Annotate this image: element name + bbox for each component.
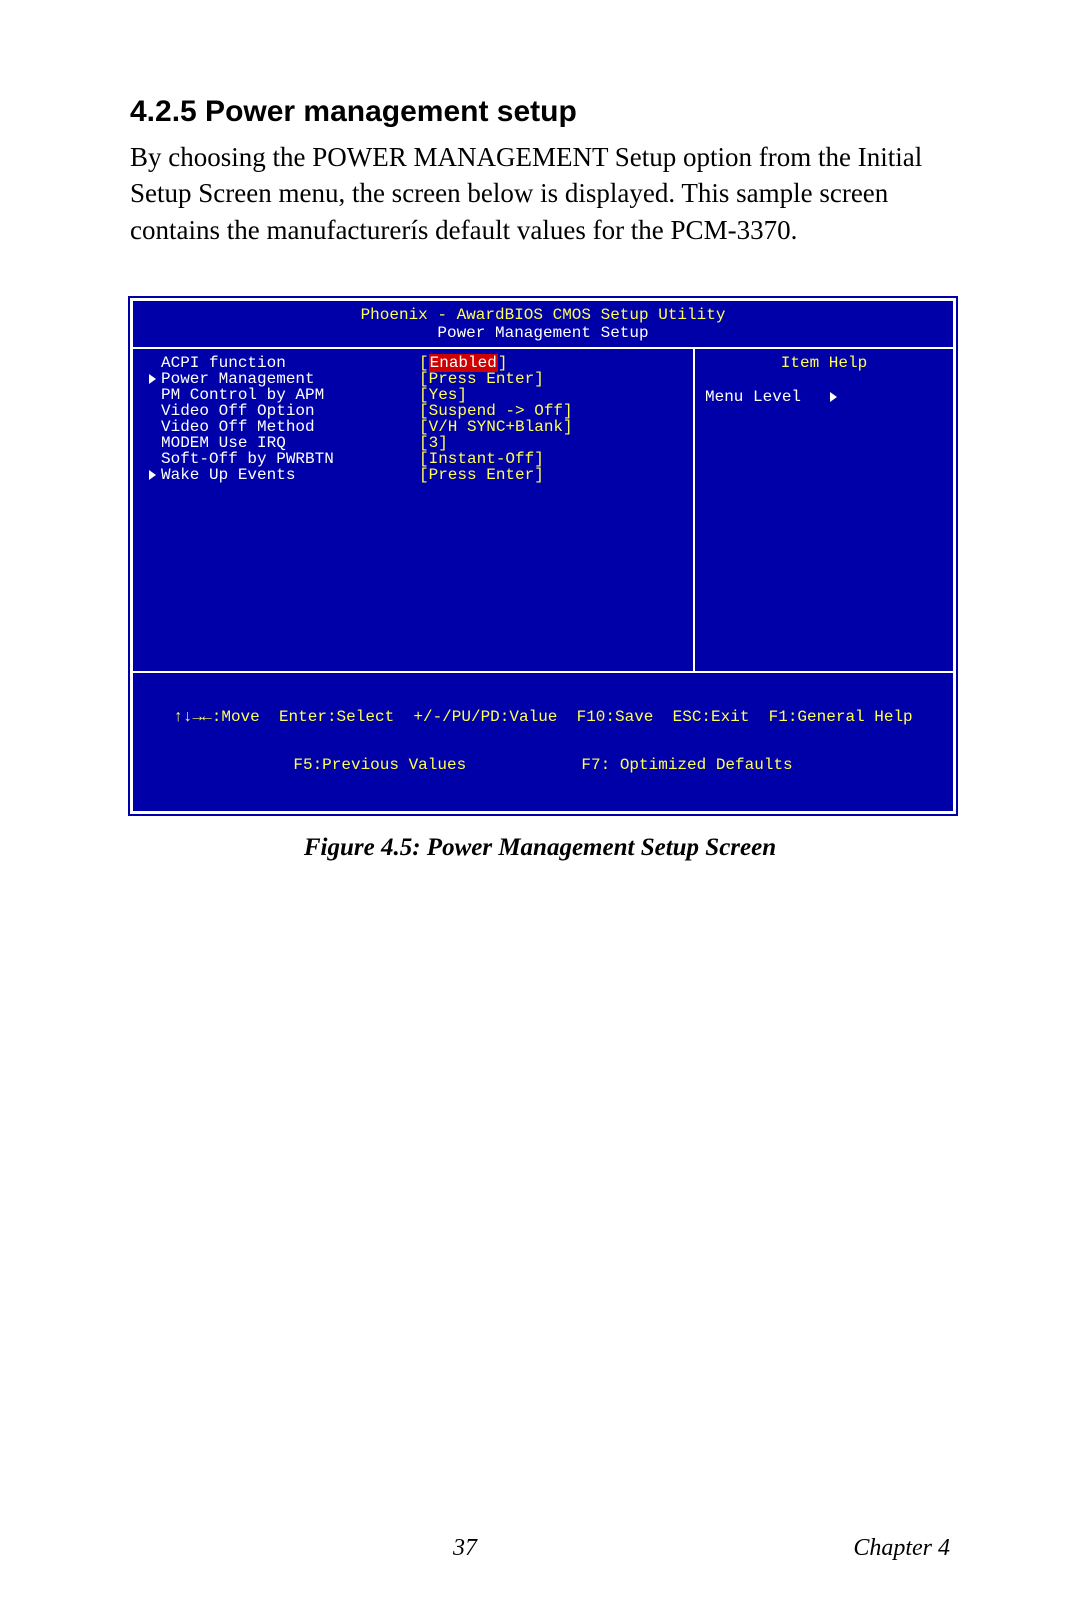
bios-setting-value[interactable]: [Suspend -> Off] [419, 403, 573, 419]
bios-footer: ↑↓→←:Move Enter:Select +/-/PU/PD:Value F… [133, 673, 953, 811]
bios-menu-level: Menu Level [705, 389, 943, 405]
bios-setting-value[interactable]: [3] [419, 435, 448, 451]
bios-setting-value[interactable]: [V/H SYNC+Blank] [419, 419, 573, 435]
document-page: 4.2.5 Power management setup By choosing… [0, 0, 1080, 1622]
bios-setting-row[interactable]: MODEM Use IRQ [3] [149, 435, 683, 451]
submenu-icon [149, 371, 161, 387]
submenu-icon [149, 467, 161, 483]
bios-setting-label: Wake Up Events [161, 466, 295, 484]
bios-setting-row[interactable]: PM Control by APM [Yes] [149, 387, 683, 403]
bios-setting-row[interactable]: Soft-Off by PWRBTN [Instant-Off] [149, 451, 683, 467]
bios-title: Phoenix - AwardBIOS CMOS Setup Utility [133, 301, 953, 325]
bios-screenshot: Phoenix - AwardBIOS CMOS Setup Utility P… [130, 298, 956, 814]
bios-setting-value[interactable]: [Yes] [419, 387, 467, 403]
bios-help-title: Item Help [705, 355, 943, 371]
bios-footer-line: F5:Previous Values F7: Optimized Default… [143, 757, 943, 773]
bios-setting-row[interactable]: Wake Up Events [Press Enter] [149, 467, 683, 483]
section-heading: 4.2.5 Power management setup [130, 95, 950, 129]
bios-subtitle: Power Management Setup [133, 325, 953, 347]
page-footer: 37 Chapter 4 [130, 1535, 950, 1562]
bios-help-panel: Item Help Menu Level [693, 349, 953, 671]
chevron-right-icon [830, 392, 837, 402]
bios-setting-row[interactable]: Power Management [Press Enter] [149, 371, 683, 387]
bios-setting-value[interactable]: [Press Enter] [419, 467, 544, 483]
intro-paragraph: By choosing the POWER MANAGEMENT Setup o… [130, 139, 950, 248]
bios-setting-row[interactable]: ACPI function [Enabled] [149, 355, 683, 371]
bios-settings-list: ACPI function [Enabled] Power Management… [133, 349, 693, 671]
bios-setting-value[interactable]: [Press Enter] [419, 371, 544, 387]
chapter-label: Chapter 4 [800, 1535, 950, 1562]
bios-footer-line: ↑↓→←:Move Enter:Select +/-/PU/PD:Value F… [143, 709, 943, 725]
bios-setting-row[interactable]: Video Off Method [V/H SYNC+Blank] [149, 419, 683, 435]
figure-caption: Figure 4.5: Power Management Setup Scree… [130, 834, 950, 862]
bios-setting-row[interactable]: Video Off Option [Suspend -> Off] [149, 403, 683, 419]
bios-setting-value[interactable]: [Instant-Off] [419, 451, 544, 467]
bios-body: ACPI function [Enabled] Power Management… [133, 347, 953, 673]
page-number: 37 [130, 1535, 800, 1562]
